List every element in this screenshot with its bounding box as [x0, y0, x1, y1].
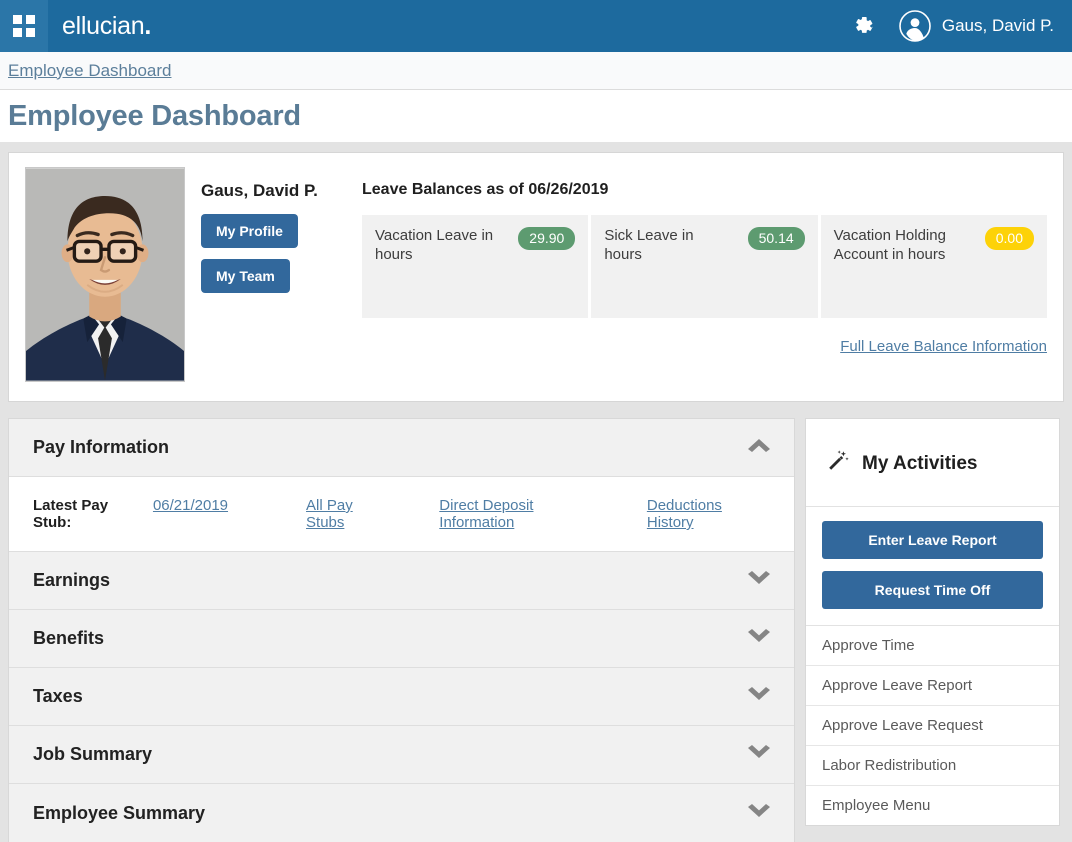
- all-pay-stubs-link[interactable]: All Pay Stubs: [306, 497, 393, 531]
- leave-balance-label: Vacation Leave in hours: [375, 227, 494, 263]
- user-name-label[interactable]: Gaus, David P.: [942, 16, 1058, 36]
- chevron-down-icon[interactable]: [746, 570, 772, 591]
- labor-redistribution-link[interactable]: Labor Redistribution: [806, 746, 1059, 786]
- user-avatar-icon[interactable]: [888, 0, 942, 52]
- employee-name: Gaus, David P.: [201, 181, 318, 200]
- leave-balance-card: Vacation Holding Account in hours 0.00: [820, 215, 1047, 318]
- my-activities-link-list: Approve Time Approve Leave Report Approv…: [806, 626, 1059, 825]
- top-navigation-bar: ellucian. Gaus, David P.: [0, 0, 1072, 52]
- request-time-off-button[interactable]: Request Time Off: [822, 571, 1043, 609]
- accordion-title: Employee Summary: [33, 802, 206, 823]
- accordion-list: Pay Information Latest Pay Stub: 06/21/2…: [8, 418, 795, 842]
- accordion-title: Taxes: [33, 686, 83, 706]
- my-activities-header: My Activities: [806, 419, 1059, 507]
- accordion-title: Job Summary: [33, 744, 153, 764]
- accordion-header-pay-information[interactable]: Pay Information: [9, 419, 794, 477]
- top-bar-right-group: Gaus, David P.: [838, 0, 1072, 52]
- chevron-down-icon[interactable]: [746, 803, 772, 824]
- approve-time-link[interactable]: Approve Time: [806, 626, 1059, 666]
- enter-leave-report-button[interactable]: Enter Leave Report: [822, 521, 1043, 559]
- accordion-header-benefits[interactable]: Benefits: [9, 610, 794, 668]
- leave-balance-footer: Full Leave Balance Information: [362, 338, 1047, 356]
- accordion-header-taxes[interactable]: Taxes: [9, 668, 794, 726]
- employee-photo-container: [25, 167, 187, 385]
- breadcrumb-link-employee-dashboard[interactable]: Employee Dashboard: [8, 61, 171, 81]
- approve-leave-request-link[interactable]: Approve Leave Request: [806, 706, 1059, 746]
- my-team-button[interactable]: My Team: [201, 259, 290, 293]
- magic-wand-icon: [826, 449, 850, 478]
- latest-pay-stub-date-link[interactable]: 06/21/2019: [153, 497, 228, 514]
- chevron-up-icon[interactable]: [746, 437, 772, 458]
- leave-balance-badge: 50.14: [747, 227, 805, 250]
- employee-portrait-photo: [25, 167, 185, 382]
- brand-logo[interactable]: ellucian.: [62, 12, 151, 41]
- leave-balances-heading: Leave Balances as of 06/26/2019: [362, 181, 609, 198]
- dashboard-lower-region: Pay Information Latest Pay Stub: 06/21/2…: [8, 418, 1064, 842]
- accordion-header-job-summary[interactable]: Job Summary: [9, 726, 794, 784]
- grid-apps-icon[interactable]: [0, 0, 48, 52]
- brand-logo-dot: .: [144, 11, 152, 40]
- accordion-title: Pay Information: [33, 437, 170, 457]
- latest-pay-stub-row: Latest Pay Stub: 06/21/2019 All Pay Stub…: [33, 497, 770, 531]
- my-activities-panel: My Activities Enter Leave Report Request…: [805, 418, 1060, 826]
- leave-balance-badge: 0.00: [984, 227, 1034, 250]
- leave-balance-label: Vacation Holding Account in hours: [833, 227, 946, 263]
- accordion-title: Benefits: [33, 628, 105, 648]
- page-title: Employee Dashboard: [8, 99, 301, 132]
- chevron-down-icon[interactable]: [746, 744, 772, 765]
- pay-information-column: Pay Information Latest Pay Stub: 06/21/2…: [8, 418, 795, 842]
- pay-information-body: Latest Pay Stub: 06/21/2019 All Pay Stub…: [9, 477, 794, 552]
- leave-balance-card: Sick Leave in hours 50.14: [591, 215, 818, 318]
- leave-balance-card: Vacation Leave in hours 29.90: [362, 215, 589, 318]
- accordion-title: Earnings: [33, 570, 111, 590]
- profile-card: Gaus, David P. My Profile My Team Leave …: [8, 152, 1064, 402]
- full-leave-balance-information-link[interactable]: Full Leave Balance Information: [840, 338, 1047, 355]
- gear-icon[interactable]: [838, 0, 888, 52]
- leave-balance-label: Sick Leave in hours: [604, 227, 694, 263]
- leave-balance-card-list: Vacation Leave in hours 29.90 Sick Leave…: [362, 215, 1047, 318]
- leave-balance-badge: 29.90: [518, 227, 576, 250]
- page-body: Gaus, David P. My Profile My Team Leave …: [0, 142, 1072, 842]
- direct-deposit-information-link[interactable]: Direct Deposit Information: [439, 497, 609, 531]
- chevron-down-icon[interactable]: [746, 628, 772, 649]
- my-profile-button[interactable]: My Profile: [201, 214, 298, 248]
- approve-leave-report-link[interactable]: Approve Leave Report: [806, 666, 1059, 706]
- grid-apps-glyph: [13, 15, 35, 37]
- page-title-bar: Employee Dashboard: [0, 90, 1072, 142]
- my-activities-column: My Activities Enter Leave Report Request…: [805, 418, 1060, 826]
- my-activities-actions: Enter Leave Report Request Time Off: [806, 507, 1059, 626]
- brand-logo-text: ellucian: [62, 11, 145, 40]
- employee-menu-link[interactable]: Employee Menu: [806, 786, 1059, 825]
- latest-pay-stub-label: Latest Pay Stub:: [33, 497, 109, 531]
- breadcrumb: Employee Dashboard: [0, 52, 1072, 90]
- my-activities-title: My Activities: [862, 452, 978, 474]
- chevron-down-icon[interactable]: [746, 686, 772, 707]
- leave-balances-section: Leave Balances as of 06/26/2019 Vacation…: [352, 167, 1047, 385]
- accordion-header-earnings[interactable]: Earnings: [9, 552, 794, 610]
- deductions-history-link[interactable]: Deductions History: [647, 497, 770, 531]
- employee-identity: Gaus, David P. My Profile My Team: [187, 167, 352, 385]
- accordion-header-employee-summary[interactable]: Employee Summary: [9, 784, 794, 842]
